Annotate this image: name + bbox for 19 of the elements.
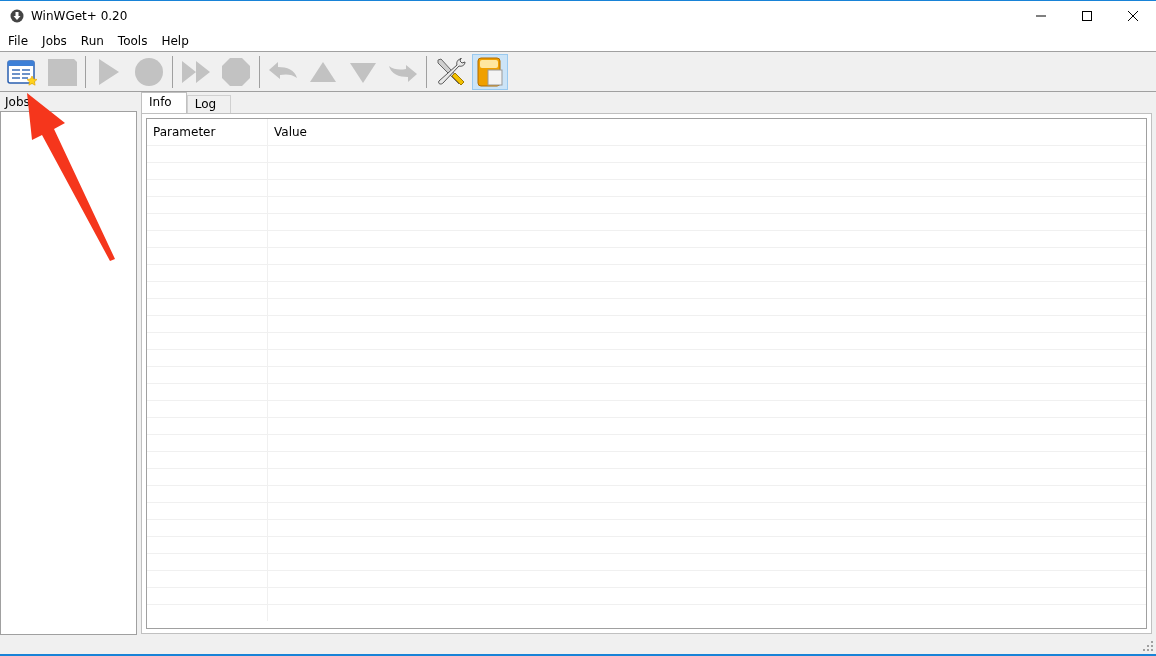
window-title: WinWGet+ 0.20	[31, 8, 129, 23]
tab[interactable]: Info	[141, 92, 187, 113]
resize-grip-icon[interactable]	[1143, 641, 1153, 651]
column-header[interactable]: Value	[268, 119, 1146, 145]
close-icon	[1127, 9, 1139, 22]
jobs-list[interactable]	[0, 111, 137, 635]
menu-item[interactable]: Tools	[110, 33, 155, 48]
menu-item[interactable]: File	[1, 33, 36, 48]
maximize-icon	[1081, 9, 1093, 22]
wrench-screwdriver-icon	[434, 55, 466, 88]
menu-item[interactable]: Help	[154, 33, 196, 48]
window-panel-button[interactable]	[472, 53, 508, 90]
column-header[interactable]: Parameter	[147, 119, 268, 145]
circle-icon	[133, 55, 165, 88]
menu-item[interactable]: Run	[73, 33, 111, 48]
menu-item[interactable]: Jobs	[35, 33, 74, 48]
app-icon	[10, 8, 24, 23]
octagon-icon	[220, 55, 252, 88]
window-panel-icon	[474, 55, 506, 88]
